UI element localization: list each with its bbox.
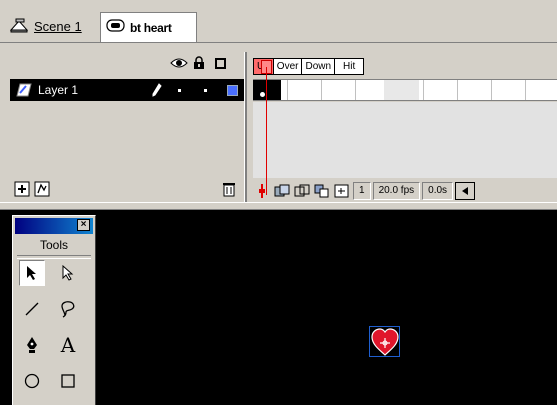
close-icon[interactable]: × (77, 219, 90, 231)
frame-rate-field: 20.0 fps (372, 182, 421, 200)
elapsed-time-field: 0.0s (422, 182, 454, 200)
scene-label: Scene 1 (34, 18, 82, 34)
tools-panel: × Tools A (12, 215, 96, 405)
visibility-dot[interactable] (178, 89, 181, 92)
frame-shaded-cell[interactable] (384, 80, 419, 100)
layer-footer (10, 180, 244, 200)
layer-icon (16, 83, 32, 100)
center-frame-icon[interactable] (253, 183, 271, 199)
keyframe-dot (260, 92, 265, 97)
heart-symbol[interactable] (369, 326, 401, 358)
lasso-tool-icon[interactable] (55, 296, 81, 322)
frame-label-over[interactable]: Over (272, 58, 303, 75)
eye-icon[interactable] (170, 57, 188, 72)
tools-separator (17, 255, 91, 259)
line-tool-icon[interactable] (19, 296, 45, 322)
keyframe-up[interactable] (253, 80, 281, 100)
timeline-empty-area (253, 102, 557, 178)
timeline-stage-divider[interactable] (0, 202, 557, 210)
frame-label-hit[interactable]: Hit (334, 58, 365, 75)
lock-dot[interactable] (204, 89, 207, 92)
pencil-icon (152, 83, 162, 100)
oval-tool-icon[interactable] (19, 368, 45, 394)
current-frame-field: 1 (353, 182, 371, 200)
layer-list-empty (10, 102, 244, 182)
layer-panel: Layer 1 (10, 52, 244, 202)
frame-label-down[interactable]: Down (301, 58, 336, 75)
onion-skin-icon[interactable] (273, 183, 291, 199)
layer-row[interactable]: Layer 1 (10, 79, 244, 101)
scroll-left-button[interactable] (455, 182, 476, 200)
tools-title: Tools (39, 238, 68, 252)
outline-color-swatch[interactable] (227, 85, 238, 96)
button-symbol-icon (106, 18, 126, 37)
timeline-status-bar: 1 20.0 fps 0.0s (253, 180, 557, 202)
outline-icon[interactable] (215, 58, 226, 69)
symbol-breadcrumb[interactable]: bt heart (100, 12, 197, 42)
rectangle-tool-icon[interactable] (55, 368, 81, 394)
trash-icon[interactable] (222, 181, 236, 200)
symbol-label: bt heart (130, 20, 172, 35)
subselect-tool-icon[interactable] (55, 260, 81, 286)
add-layer-icon[interactable] (14, 181, 30, 200)
tools-titlebar[interactable]: × (15, 218, 93, 234)
layer-name: Layer 1 (38, 83, 79, 97)
edit-bar: Scene 1 bt heart (0, 0, 557, 43)
modify-onion-markers-icon[interactable] (333, 183, 351, 199)
pen-tool-icon[interactable] (19, 332, 45, 358)
timeline: Up Over Down Hit 1 20.0 fps 0.0s (247, 52, 557, 202)
add-guide-layer-icon[interactable] (34, 181, 50, 200)
scene-icon (9, 17, 29, 36)
playhead-line (266, 67, 267, 195)
text-tool-icon[interactable]: A (55, 332, 81, 358)
lock-icon[interactable] (193, 56, 205, 73)
onion-skin-outline-icon[interactable] (293, 183, 311, 199)
edit-multiple-frames-icon[interactable] (313, 183, 331, 199)
scene-breadcrumb[interactable]: Scene 1 (9, 15, 82, 37)
arrow-tool-icon[interactable] (19, 260, 45, 286)
layer-header (10, 52, 244, 78)
